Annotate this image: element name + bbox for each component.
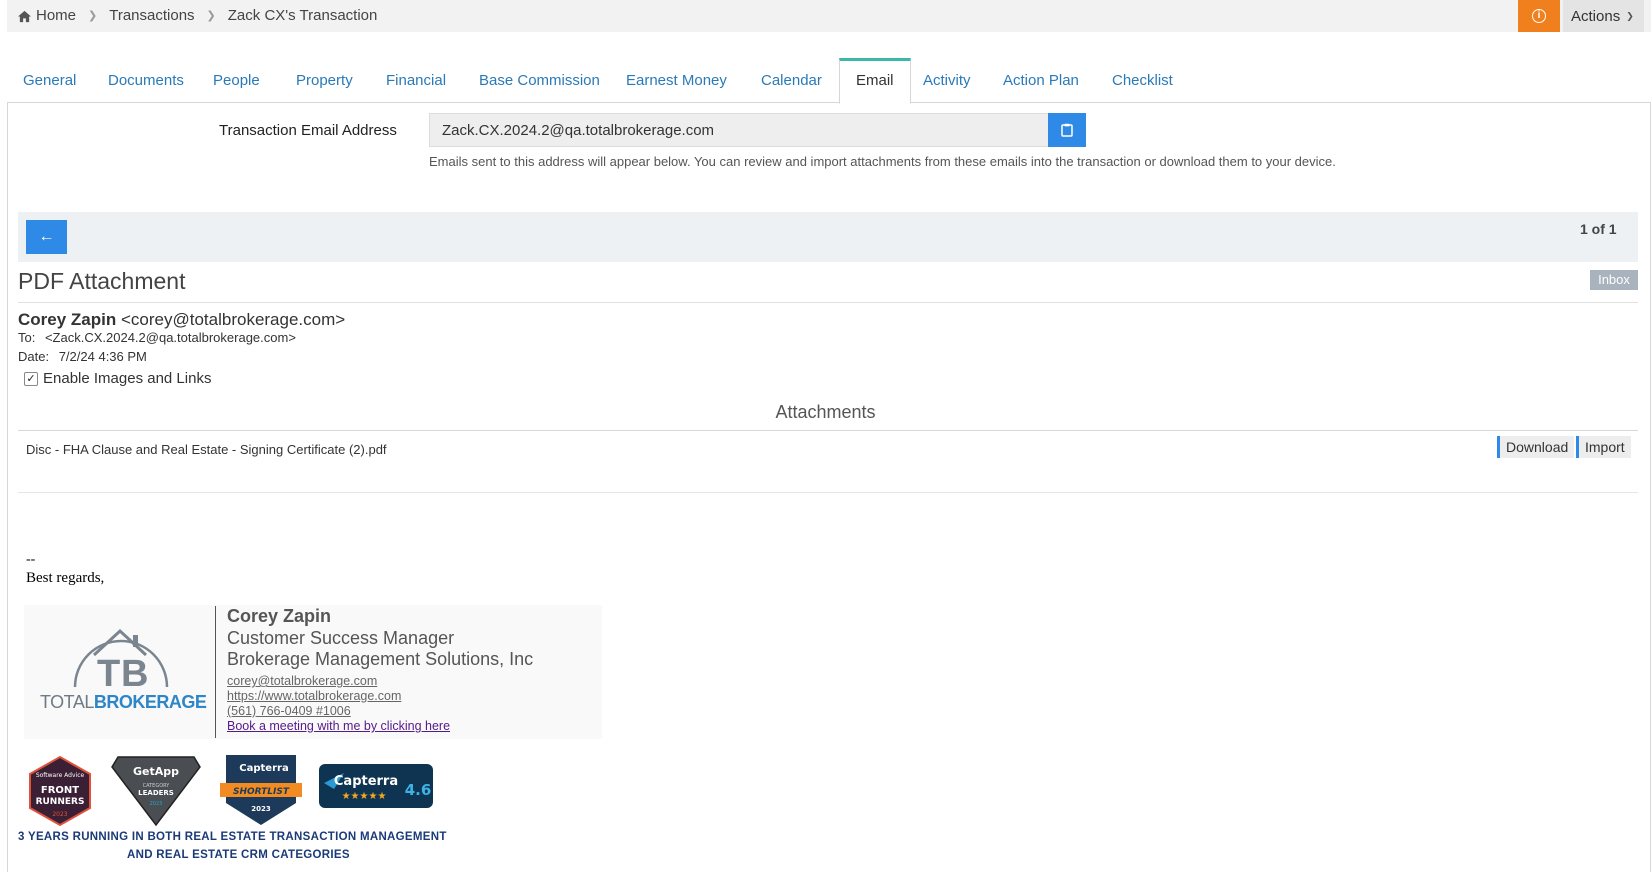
logo-wordmark: TOTALBROKERAGE [40, 692, 207, 712]
sender-email: <corey@totalbrokerage.com> [120, 310, 346, 329]
divider [18, 302, 1638, 303]
svg-text:SHORTLIST: SHORTLIST [233, 787, 290, 797]
back-button[interactable]: ← [26, 220, 67, 254]
tab-property[interactable]: Property [280, 58, 369, 103]
software-advice-front-runners-badge: Software Advice FRONT RUNNERS 2023 [29, 755, 91, 827]
tab-people[interactable]: People [197, 58, 276, 103]
signature-email-link[interactable]: corey@totalbrokerage.com [227, 674, 377, 688]
svg-text:GetApp: GetApp [133, 765, 179, 778]
copy-email-button[interactable] [1048, 113, 1086, 147]
message-to: To: <Zack.CX.2024.2@qa.totalbrokerage.co… [18, 330, 296, 345]
enable-images-label: Enable Images and Links [43, 370, 212, 387]
email-help-text: Emails sent to this address will appear … [429, 154, 1336, 169]
message-date: Date: 7/2/24 4:36 PM [18, 349, 147, 364]
svg-text:Capterra: Capterra [239, 763, 288, 774]
message-nav-bar [18, 212, 1638, 262]
svg-text:4.6: 4.6 [405, 781, 432, 799]
chevron-right-icon: ❯ [88, 10, 98, 22]
svg-text:Software Advice: Software Advice [36, 772, 85, 779]
breadcrumb-home[interactable]: Home [36, 7, 76, 24]
total-brokerage-logo: T B [73, 628, 169, 692]
signature-phone-link[interactable]: (561) 766-0409 #1006 [227, 704, 351, 718]
breadcrumb: Home ❯ Transactions ❯ Zack CX's Transact… [17, 7, 377, 24]
tab-calendar[interactable]: Calendar [745, 58, 838, 103]
divider [18, 430, 1638, 431]
signature-name: Corey Zapin [227, 606, 332, 626]
badges-caption-line2: AND REAL ESTATE CRM CATEGORIES [127, 849, 350, 861]
svg-text:FRONT: FRONT [41, 785, 79, 796]
tab-checklist[interactable]: Checklist [1096, 58, 1189, 103]
enable-images-row[interactable]: ✓ Enable Images and Links [24, 370, 211, 387]
svg-text:B: B [121, 653, 148, 692]
svg-text:Capterra: Capterra [334, 774, 398, 789]
signature-company: Brokerage Management Solutions, Inc [227, 649, 534, 669]
chevron-down-icon: ❯ [1626, 10, 1634, 21]
transaction-email-field[interactable] [429, 113, 1050, 147]
clipboard-icon [1061, 123, 1073, 137]
tab-documents[interactable]: Documents [92, 58, 200, 103]
getapp-category-leaders-badge: GetApp CATEGORY LEADERS 2023 [111, 756, 201, 827]
signature-website-link[interactable]: https://www.totalbrokerage.com [227, 689, 401, 703]
pager-status: 1 of 1 [1580, 221, 1617, 237]
tab-base-commission[interactable]: Base Commission [463, 58, 616, 103]
svg-text:LEADERS: LEADERS [138, 789, 174, 797]
tab-financial[interactable]: Financial [370, 58, 462, 103]
breadcrumb-transactions[interactable]: Transactions [109, 7, 194, 24]
info-icon: i [1532, 9, 1546, 23]
signature-dash: -- [26, 552, 36, 567]
info-button[interactable]: i [1518, 0, 1560, 32]
svg-text:T: T [97, 653, 120, 692]
breadcrumb-current: Zack CX's Transaction [227, 7, 378, 24]
message-from: Corey Zapin <corey@totalbrokerage.com> [18, 310, 345, 330]
attachment-filename: Disc - FHA Clause and Real Estate - Sign… [26, 442, 387, 457]
signature-divider [215, 606, 216, 738]
tab-general[interactable]: General [7, 58, 92, 103]
to-value: <Zack.CX.2024.2@qa.totalbrokerage.com> [44, 330, 296, 345]
signature-title: Customer Success Manager [227, 628, 455, 648]
transaction-email-label: Transaction Email Address [219, 122, 397, 139]
arrow-left-icon: ← [38, 228, 55, 245]
tab-activity[interactable]: Activity [907, 58, 987, 103]
divider [18, 492, 1638, 493]
message-subject: PDF Attachment [18, 268, 186, 294]
tab-bar: General Documents People Property Financ… [7, 58, 1651, 104]
capterra-rating-badge: Capterra ★★★★★ 4.6 [319, 764, 433, 808]
book-meeting-link[interactable]: Book a meeting with me by clicking here [227, 719, 450, 733]
signature-regards: Best regards, [26, 570, 105, 586]
actions-label: Actions [1571, 7, 1621, 25]
capterra-shortlist-badge: Capterra SHORTLIST 2023 [220, 755, 302, 825]
folder-badge: Inbox [1590, 270, 1638, 290]
date-key: Date: [18, 349, 50, 364]
svg-text:2023: 2023 [150, 801, 163, 807]
sender-name: Corey Zapin [18, 310, 117, 329]
enable-images-checkbox[interactable]: ✓ [24, 371, 38, 386]
tab-action-plan[interactable]: Action Plan [987, 58, 1095, 103]
date-value: 7/2/24 4:36 PM [58, 349, 147, 364]
to-key: To: [18, 330, 36, 345]
svg-text:2023: 2023 [251, 805, 271, 813]
chevron-right-icon: ❯ [206, 10, 216, 22]
svg-text:2023: 2023 [52, 811, 67, 818]
tab-email[interactable]: Email [839, 58, 911, 104]
attachments-title: Attachments [775, 402, 876, 422]
svg-text:★★★★★: ★★★★★ [342, 791, 387, 802]
tab-earnest-money[interactable]: Earnest Money [610, 58, 743, 103]
svg-text:RUNNERS: RUNNERS [36, 797, 85, 807]
actions-dropdown[interactable]: Actions ❯ [1563, 0, 1644, 32]
badges-caption-line1: 3 YEARS RUNNING IN BOTH REAL ESTATE TRAN… [18, 831, 447, 843]
download-button[interactable]: Download [1497, 436, 1575, 458]
import-button[interactable]: Import [1576, 436, 1631, 458]
home-icon [18, 10, 31, 23]
